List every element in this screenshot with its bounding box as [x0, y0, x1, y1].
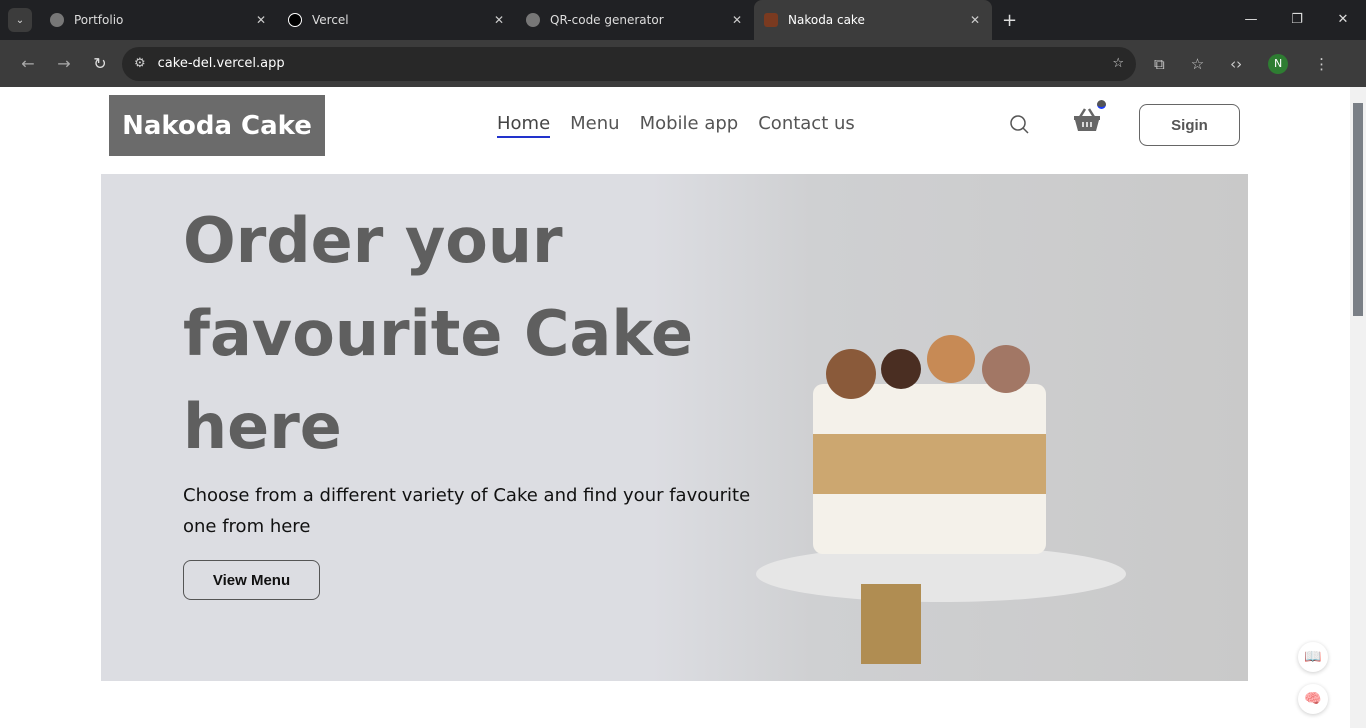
new-tab-button[interactable]: + — [1002, 10, 1017, 31]
reading-mode-icon[interactable]: 📖 — [1298, 642, 1328, 672]
search-icon[interactable] — [1009, 114, 1029, 134]
minimize-button[interactable]: — — [1228, 0, 1274, 40]
scrollbar-thumb[interactable] — [1353, 103, 1363, 316]
close-window-button[interactable]: ✕ — [1320, 0, 1366, 40]
tab-portfolio[interactable]: Portfolio ✕ — [40, 0, 278, 40]
close-icon[interactable]: ✕ — [494, 13, 504, 27]
site-info-icon[interactable]: ⚙ — [134, 56, 146, 71]
bookmarks-icon[interactable]: ☆ — [1191, 55, 1204, 73]
profile-avatar[interactable]: N — [1268, 53, 1289, 74]
tab-title: QR-code generator — [550, 13, 664, 27]
tab-qr[interactable]: QR-code generator ✕ — [516, 0, 754, 40]
address-bar[interactable]: ⚙ cake-del.vercel.app ☆ — [122, 46, 1136, 81]
nav-home[interactable]: Home — [497, 113, 551, 138]
tab-strip: ⌄ Portfolio ✕ Vercel ✕ QR-code generator ✕ … — [0, 0, 1366, 40]
view-menu-button[interactable]: View Menu — [183, 560, 320, 600]
nav-contact[interactable]: Contact us — [758, 113, 855, 138]
devtools-icon[interactable]: ‹› — [1230, 55, 1242, 73]
cake-image — [756, 335, 1126, 664]
tab-title: Nakoda cake — [788, 13, 865, 27]
back-button[interactable]: ← — [10, 54, 46, 73]
nav-menu[interactable]: Menu — [570, 113, 619, 138]
tab-vercel[interactable]: Vercel ✕ — [278, 0, 516, 40]
site-logo[interactable]: Nakoda Cake — [109, 95, 325, 156]
scrollbar[interactable] — [1350, 87, 1366, 728]
browser-toolbar: ← → ↻ ⚙ cake-del.vercel.app ☆ ⧉ ☆ ‹› N ⋮ — [0, 40, 1366, 87]
hero-title: Order your favourite Cake here — [183, 204, 694, 463]
tab-search-button[interactable]: ⌄ — [8, 8, 32, 32]
main-nav: Home Menu Mobile app Contact us — [497, 113, 855, 138]
hero-banner: Order your favourite Cake here Choose from… — [101, 174, 1248, 681]
close-icon[interactable]: ✕ — [256, 13, 266, 27]
forward-button[interactable]: → — [46, 54, 82, 73]
restore-button[interactable]: ❐ — [1274, 0, 1320, 40]
menu-icon[interactable]: ⋮ — [1314, 55, 1329, 73]
basket-icon[interactable] — [1073, 107, 1101, 133]
globe-icon — [526, 13, 540, 27]
extensions-icon[interactable]: ⧉ — [1154, 55, 1165, 73]
ai-assistant-icon[interactable]: 🧠 — [1298, 684, 1328, 714]
close-icon[interactable]: ✕ — [732, 13, 742, 27]
signin-button[interactable]: Sigin — [1139, 104, 1240, 146]
tab-nakoda[interactable]: Nakoda cake ✕ — [754, 0, 992, 40]
bookmark-star-icon[interactable]: ☆ — [1112, 56, 1124, 71]
globe-icon — [50, 13, 64, 27]
cake-favicon — [764, 13, 778, 27]
nav-mobile-app[interactable]: Mobile app — [640, 113, 739, 138]
url-text[interactable]: cake-del.vercel.app — [158, 56, 1113, 71]
reload-button[interactable]: ↻ — [82, 54, 118, 73]
tab-title: Vercel — [312, 13, 349, 27]
cart-badge — [1097, 100, 1106, 109]
vercel-icon — [288, 13, 302, 27]
page: Nakoda Cake Home Menu Mobile app Contact… — [0, 87, 1350, 728]
tab-title: Portfolio — [74, 13, 124, 27]
close-icon[interactable]: ✕ — [970, 13, 980, 27]
hero-subtitle: Choose from a different variety of Cake … — [183, 485, 751, 537]
